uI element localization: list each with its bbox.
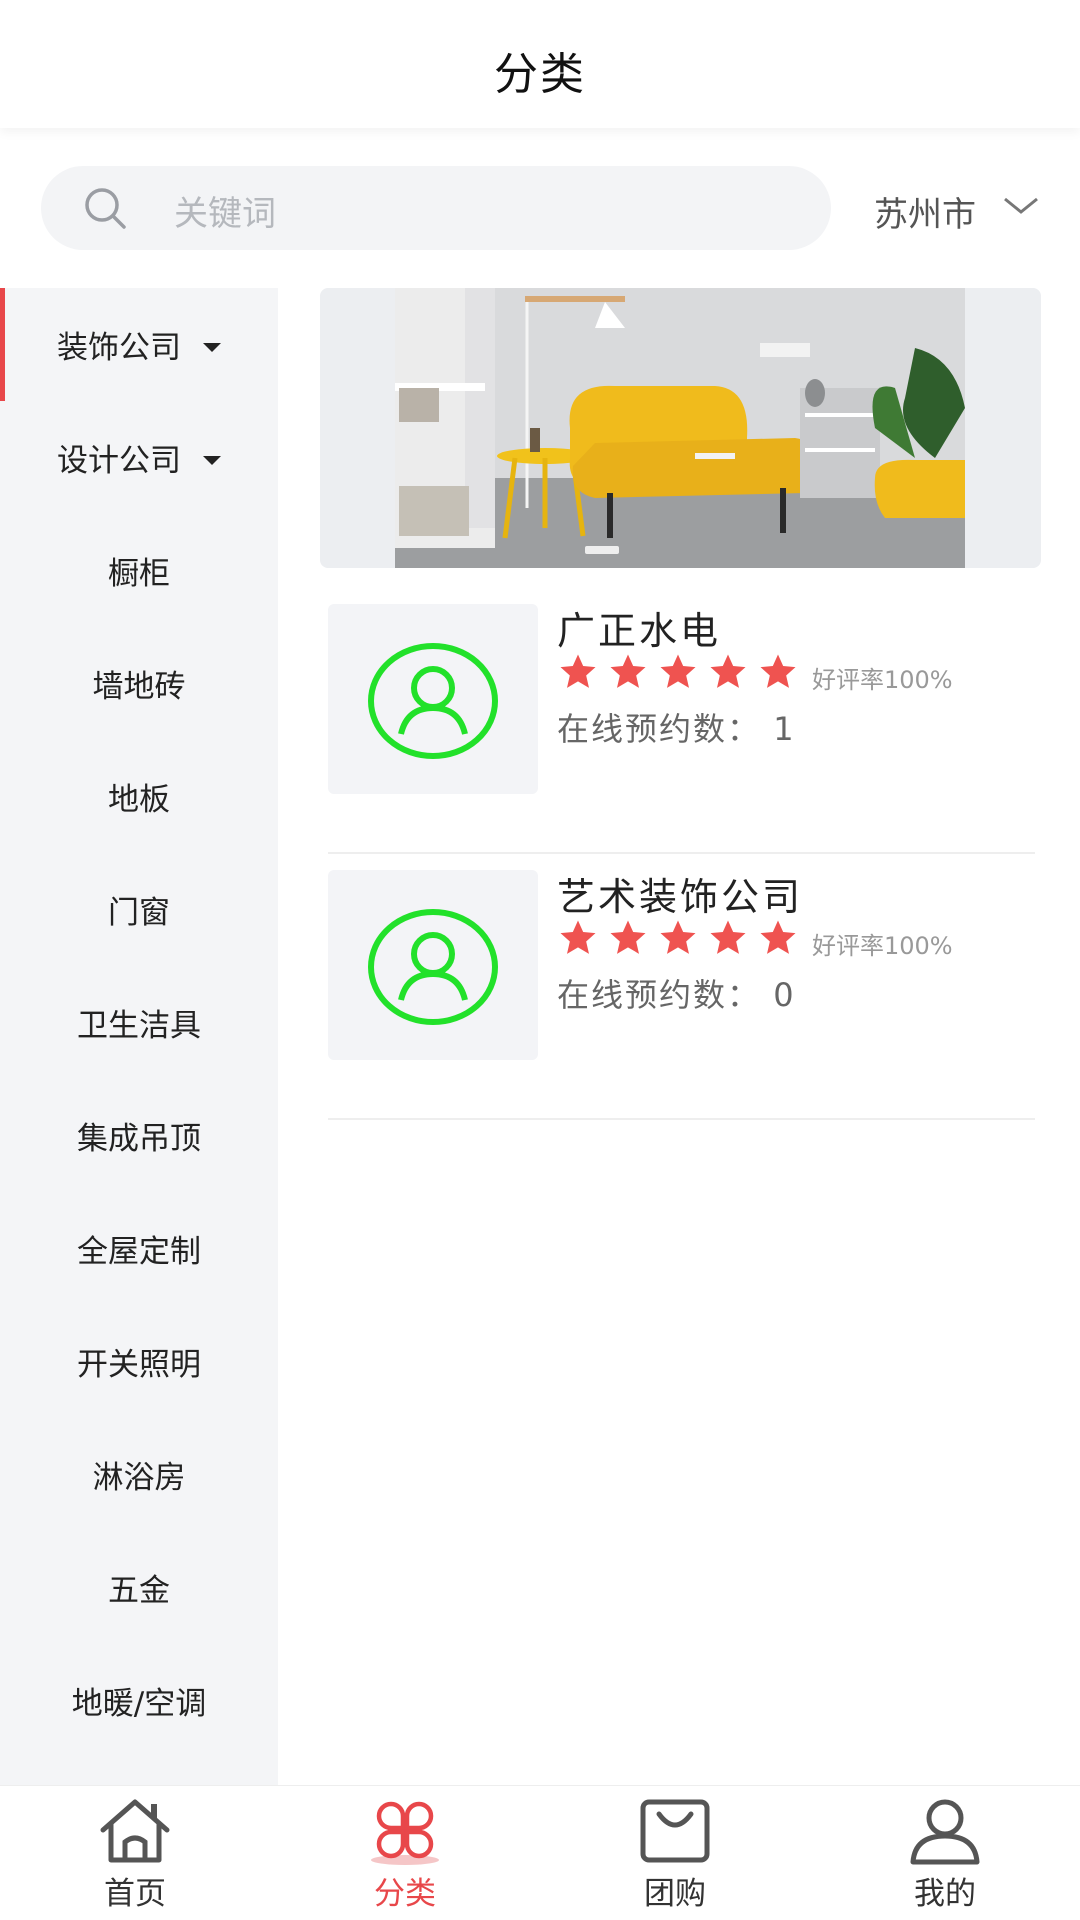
caret-down-icon xyxy=(203,343,221,352)
booking-value: 1 xyxy=(773,710,796,748)
company-name: 艺术装饰公司 xyxy=(557,875,804,919)
user-icon xyxy=(910,1799,980,1865)
company-card[interactable]: 广正水电 好评率100% 在线预约数： 1 xyxy=(328,588,1035,854)
star-icon xyxy=(610,654,646,688)
booking-value: 0 xyxy=(773,976,796,1014)
sidebar-item-switches-lighting[interactable]: 开关照明 xyxy=(0,1305,278,1418)
star-icon xyxy=(760,654,796,688)
chevron-down-icon[interactable] xyxy=(1003,194,1039,218)
sidebar-item-label: 五金 xyxy=(108,1573,170,1609)
search-icon xyxy=(83,186,127,230)
star-icon xyxy=(660,920,696,954)
sidebar-item-label: 装饰公司 xyxy=(57,330,181,366)
sidebar-item-label: 门窗 xyxy=(108,895,170,931)
home-icon xyxy=(100,1799,170,1863)
bottom-tab-bar: 首页 分类 团购 我的 xyxy=(0,1785,1080,1920)
company-card[interactable]: 艺术装饰公司 好评率100% 在线预约数： 0 xyxy=(328,854,1035,1120)
company-avatar xyxy=(328,604,538,794)
sidebar-item-label: 集成吊顶 xyxy=(77,1121,201,1157)
tab-mine[interactable]: 我的 xyxy=(810,1786,1080,1920)
sidebar-item-hardware[interactable]: 五金 xyxy=(0,1531,278,1644)
category-sidebar: 装饰公司 设计公司 橱柜 墙地砖 地板 门窗 卫生洁具 集成吊顶 全屋定制 开关… xyxy=(0,288,278,1785)
tab-label: 团购 xyxy=(644,1876,706,1912)
sidebar-item-heating-ac[interactable]: 地暖/空调 xyxy=(0,1644,278,1757)
search-placeholder: 关键词 xyxy=(174,194,276,234)
sidebar-item-label: 橱柜 xyxy=(108,556,170,592)
category-icon xyxy=(371,1801,439,1865)
sidebar-item-label: 淋浴房 xyxy=(92,1460,186,1496)
living-room-photo xyxy=(395,288,965,568)
company-name: 广正水电 xyxy=(557,609,722,653)
star-icon xyxy=(710,920,746,954)
star-rating xyxy=(557,652,799,692)
rating-text: 好评率100% xyxy=(812,666,953,694)
city-selector[interactable]: 苏州市 xyxy=(874,187,976,236)
sidebar-item-label: 地板 xyxy=(108,782,170,818)
sidebar-item-label: 设计公司 xyxy=(57,443,181,479)
user-avatar-icon xyxy=(368,909,498,1025)
star-icon xyxy=(710,654,746,688)
tab-category[interactable]: 分类 xyxy=(270,1786,540,1920)
sidebar-item-sanitary-ware[interactable]: 卫生洁具 xyxy=(0,966,278,1079)
page-header: 分类 xyxy=(0,0,1080,128)
star-icon xyxy=(560,654,596,688)
star-rating xyxy=(557,918,799,958)
sidebar-item-label: 卫生洁具 xyxy=(77,1008,201,1044)
tab-group-buy[interactable]: 团购 xyxy=(540,1786,810,1920)
booking-count: 在线预约数： 1 xyxy=(557,704,796,750)
search-input[interactable]: 关键词 xyxy=(41,166,831,250)
sidebar-item-tiles[interactable]: 墙地砖 xyxy=(0,627,278,740)
star-icon xyxy=(610,920,646,954)
caret-down-icon xyxy=(203,456,221,465)
shopping-bag-icon xyxy=(640,1799,710,1863)
sidebar-item-cabinets[interactable]: 橱柜 xyxy=(0,514,278,627)
sidebar-item-design-company[interactable]: 设计公司 xyxy=(0,401,278,514)
tab-label: 首页 xyxy=(104,1876,166,1912)
active-indicator xyxy=(0,288,5,401)
sidebar-item-flooring[interactable]: 地板 xyxy=(0,740,278,853)
tab-label: 我的 xyxy=(914,1876,976,1912)
sidebar-item-doors-windows[interactable]: 门窗 xyxy=(0,853,278,966)
rating-text: 好评率100% xyxy=(812,932,953,960)
banner-image[interactable] xyxy=(320,288,1041,568)
page-title: 分类 xyxy=(494,49,586,100)
sidebar-item-label: 墙地砖 xyxy=(92,669,186,705)
star-icon xyxy=(560,920,596,954)
tab-home[interactable]: 首页 xyxy=(0,1786,270,1920)
list-divider xyxy=(328,1118,1035,1120)
sidebar-item-label: 全屋定制 xyxy=(77,1234,201,1270)
booking-label: 在线预约数： xyxy=(557,976,762,1014)
sidebar-item-custom-furniture[interactable]: 全屋定制 xyxy=(0,1192,278,1305)
sidebar-item-decoration-company[interactable]: 装饰公司 xyxy=(0,288,278,401)
user-avatar-icon xyxy=(368,643,498,759)
star-icon xyxy=(760,920,796,954)
tab-label: 分类 xyxy=(374,1876,436,1912)
sidebar-item-label: 开关照明 xyxy=(77,1347,201,1383)
search-bar-row: 关键词 苏州市 xyxy=(0,128,1080,288)
sidebar-item-label: 地暖/空调 xyxy=(71,1686,207,1722)
sidebar-item-ceiling[interactable]: 集成吊顶 xyxy=(0,1079,278,1192)
star-icon xyxy=(660,654,696,688)
sidebar-item-shower-room[interactable]: 淋浴房 xyxy=(0,1418,278,1531)
company-avatar xyxy=(328,870,538,1060)
booking-count: 在线预约数： 0 xyxy=(557,970,796,1016)
booking-label: 在线预约数： xyxy=(557,710,762,748)
